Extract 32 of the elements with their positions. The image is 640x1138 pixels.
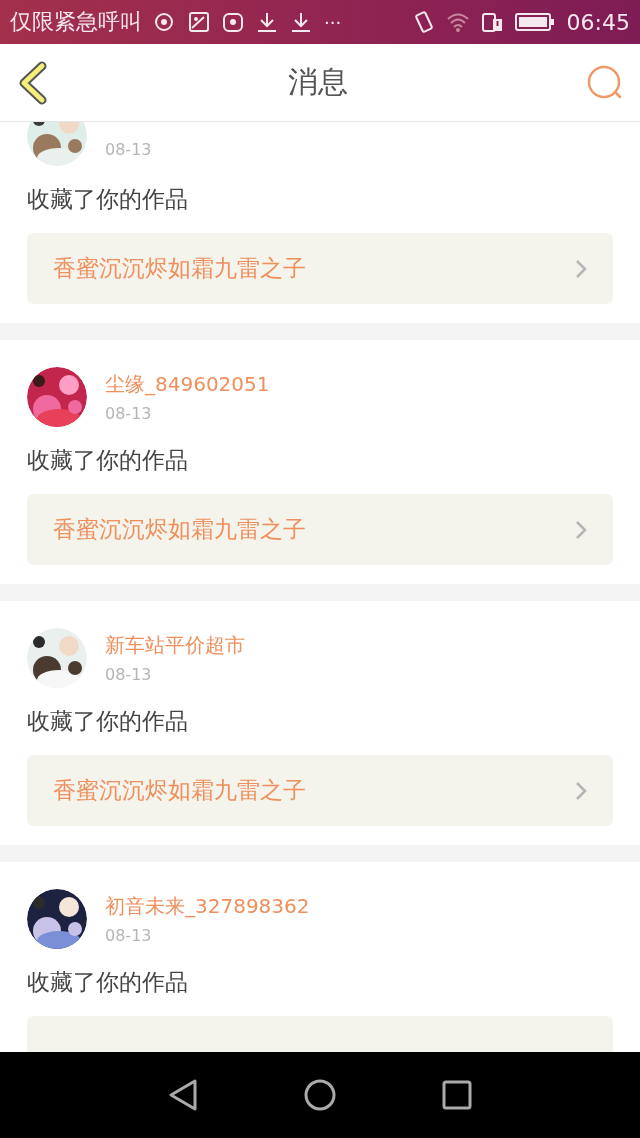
message-text: 收藏了你的作品	[27, 968, 189, 997]
clock-time: 06:45	[566, 9, 630, 35]
vibrate-icon	[412, 11, 435, 33]
work-link[interactable]: 香蜜沉沉烬如霜九雷之子	[27, 233, 613, 304]
message-text: 收藏了你的作品	[27, 707, 189, 736]
download-icon	[256, 11, 278, 33]
message-date: 08-13	[105, 140, 152, 159]
home-nav-button[interactable]	[304, 1078, 336, 1112]
back-nav-button[interactable]	[167, 1078, 199, 1112]
user-name[interactable]: 初音未来_327898362	[105, 893, 310, 920]
page-title: 消息	[288, 63, 348, 101]
user-name[interactable]: 尘缘_849602051	[105, 371, 270, 398]
target-icon	[154, 11, 176, 33]
wifi-icon	[446, 11, 469, 33]
work-link[interactable]: 香蜜沉沉烬如霜九雷之子	[27, 755, 613, 826]
battery-icon	[514, 11, 555, 33]
message-text: 收藏了你的作品	[27, 185, 189, 214]
image-icon	[188, 11, 210, 33]
more-notifications: ···	[324, 11, 342, 33]
work-link[interactable]: 香蜜沉沉烬如霜九雷之子	[27, 494, 613, 565]
chevron-right-icon	[575, 258, 587, 279]
user-name[interactable]: 新车站平价超市	[105, 632, 245, 659]
message-date: 08-13	[105, 665, 153, 684]
chevron-right-icon	[575, 780, 587, 801]
message-text: 收藏了你的作品	[27, 446, 189, 475]
download-icon	[290, 11, 312, 33]
chevron-right-icon	[575, 519, 587, 540]
message-date: 08-13	[105, 926, 153, 945]
recents-nav-button[interactable]	[441, 1078, 473, 1112]
message-date: 08-13	[105, 404, 153, 423]
sim-alert-icon	[480, 11, 503, 33]
carrier-text: 仅限紧急呼叫	[10, 8, 142, 36]
